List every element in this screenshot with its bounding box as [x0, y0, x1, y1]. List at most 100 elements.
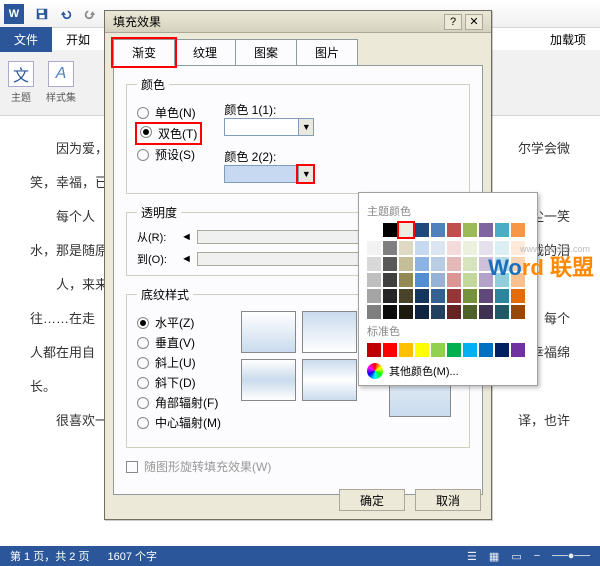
color-swatch[interactable]: [495, 289, 509, 303]
color-swatch[interactable]: [495, 223, 509, 237]
group-styleset[interactable]: A 样式集: [46, 61, 76, 104]
tab-texture[interactable]: 纹理: [174, 39, 236, 66]
color-swatch[interactable]: [495, 343, 509, 357]
dialog-close-button[interactable]: ✕: [465, 14, 483, 30]
color-swatch[interactable]: [479, 343, 493, 357]
color-swatch[interactable]: [495, 305, 509, 319]
color-swatch[interactable]: [447, 223, 461, 237]
color-swatch[interactable]: [367, 305, 381, 319]
color-swatch[interactable]: [431, 257, 445, 271]
view-icon[interactable]: ▭: [511, 550, 521, 563]
color-swatch[interactable]: [447, 241, 461, 255]
color-swatch[interactable]: [463, 241, 477, 255]
color-swatch[interactable]: [511, 305, 525, 319]
view-icon[interactable]: ▦: [489, 550, 499, 563]
color-swatch[interactable]: [383, 289, 397, 303]
color-swatch[interactable]: [431, 343, 445, 357]
color-swatch[interactable]: [399, 257, 413, 271]
color-swatch[interactable]: [415, 305, 429, 319]
color-swatch[interactable]: [463, 223, 477, 237]
word-count[interactable]: 1607 个字: [107, 548, 157, 564]
radio-two[interactable]: [140, 126, 152, 138]
tab-file[interactable]: 文件: [0, 27, 52, 52]
more-colors[interactable]: 其他颜色(M)...: [367, 363, 529, 379]
radio-preset[interactable]: [137, 149, 149, 161]
color-swatch[interactable]: [447, 257, 461, 271]
radio-horizontal[interactable]: [137, 317, 149, 329]
undo-icon[interactable]: [57, 5, 75, 23]
variant-4[interactable]: [302, 359, 357, 401]
color-swatch[interactable]: [383, 305, 397, 319]
color-swatch[interactable]: [383, 241, 397, 255]
color-swatch[interactable]: [415, 241, 429, 255]
ok-button[interactable]: 确定: [339, 489, 405, 511]
color-swatch[interactable]: [399, 305, 413, 319]
color-swatch[interactable]: [511, 223, 525, 237]
radio-corner[interactable]: [137, 397, 149, 409]
zoom-out[interactable]: −: [534, 550, 540, 562]
color-swatch[interactable]: [463, 305, 477, 319]
color-swatch[interactable]: [463, 343, 477, 357]
color-swatch[interactable]: [479, 289, 493, 303]
radio-center[interactable]: [137, 417, 149, 429]
tab-picture[interactable]: 图片: [296, 39, 358, 66]
color-swatch[interactable]: [447, 273, 461, 287]
save-icon[interactable]: [33, 5, 51, 23]
color-swatch[interactable]: [415, 289, 429, 303]
color-swatch[interactable]: [399, 241, 413, 255]
color-swatch[interactable]: [399, 273, 413, 287]
color-swatch[interactable]: [431, 241, 445, 255]
color-swatch[interactable]: [367, 241, 381, 255]
color-swatch[interactable]: [511, 343, 525, 357]
color-swatch[interactable]: [415, 343, 429, 357]
variant-2[interactable]: [302, 311, 357, 353]
color-swatch[interactable]: [367, 289, 381, 303]
group-theme[interactable]: 文 主题: [8, 61, 34, 104]
color-swatch[interactable]: [431, 305, 445, 319]
color-swatch[interactable]: [415, 257, 429, 271]
color-swatch[interactable]: [383, 343, 397, 357]
color-swatch[interactable]: [431, 289, 445, 303]
dialog-help-button[interactable]: ?: [444, 14, 462, 30]
color-swatch[interactable]: [511, 289, 525, 303]
tab-pattern[interactable]: 图案: [235, 39, 297, 66]
color-swatch[interactable]: [431, 273, 445, 287]
rotate-checkbox[interactable]: [126, 461, 138, 473]
variant-1[interactable]: [241, 311, 296, 353]
color-swatch[interactable]: [383, 257, 397, 271]
color-swatch[interactable]: [367, 343, 381, 357]
color2-combo[interactable]: ▼: [224, 165, 314, 183]
view-icon[interactable]: ☰: [467, 550, 477, 563]
color-swatch[interactable]: [463, 289, 477, 303]
color-swatch[interactable]: [479, 223, 493, 237]
color-swatch[interactable]: [463, 257, 477, 271]
color-swatch[interactable]: [383, 273, 397, 287]
variant-3[interactable]: [241, 359, 296, 401]
color-swatch[interactable]: [431, 223, 445, 237]
cancel-button[interactable]: 取消: [415, 489, 481, 511]
color1-combo[interactable]: ▼: [224, 118, 314, 136]
page-indicator[interactable]: 第 1 页，共 2 页: [10, 548, 89, 564]
color-swatch[interactable]: [399, 223, 413, 237]
color-swatch[interactable]: [399, 343, 413, 357]
color-swatch[interactable]: [447, 305, 461, 319]
tab-addins[interactable]: 加载项: [536, 27, 600, 52]
radio-diagup[interactable]: [137, 357, 149, 369]
variant-grid[interactable]: [241, 311, 369, 401]
color-swatch[interactable]: [367, 273, 381, 287]
radio-single[interactable]: [137, 107, 149, 119]
color-swatch[interactable]: [415, 273, 429, 287]
color-swatch[interactable]: [383, 223, 397, 237]
color-swatch[interactable]: [479, 305, 493, 319]
tab-gradient[interactable]: 渐变: [113, 39, 175, 66]
color-swatch[interactable]: [463, 273, 477, 287]
color-swatch[interactable]: [447, 289, 461, 303]
tab-home[interactable]: 开如: [52, 27, 104, 52]
radio-diagdown[interactable]: [137, 377, 149, 389]
color-swatch[interactable]: [367, 257, 381, 271]
redo-icon[interactable]: [81, 5, 99, 23]
color-swatch[interactable]: [367, 223, 381, 237]
color-swatch[interactable]: [415, 223, 429, 237]
color-swatch[interactable]: [399, 289, 413, 303]
color-swatch[interactable]: [447, 343, 461, 357]
